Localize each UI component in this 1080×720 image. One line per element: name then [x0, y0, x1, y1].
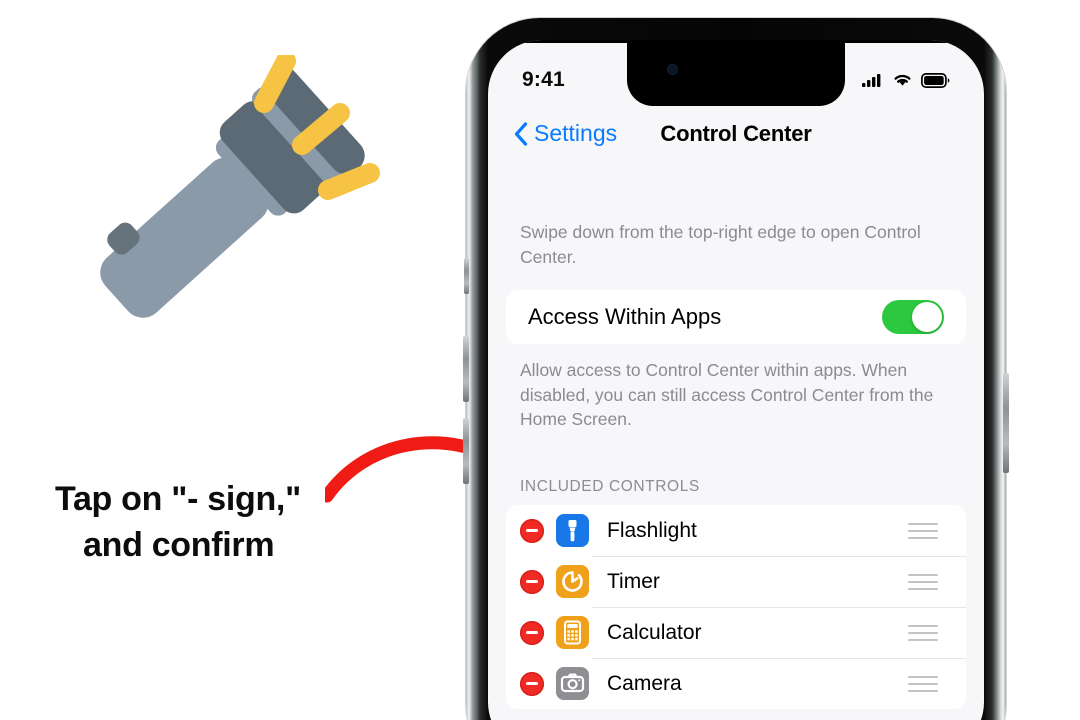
row-separator — [592, 556, 966, 558]
volume-up-button[interactable] — [463, 336, 469, 402]
access-within-apps-card: Access Within Apps — [506, 289, 966, 344]
list-item[interactable]: Camera — [506, 658, 966, 709]
iphone-mockup: 9:41 Settings Control Center Swipe down … — [463, 18, 1009, 720]
caption-line-1: Tap on "- sign," — [55, 480, 301, 518]
settings-content: Swipe down from the top-right edge to op… — [488, 168, 984, 720]
included-controls-list: Flashlight Timer Calculator Camera — [506, 505, 966, 710]
status-bar: 9:41 — [488, 40, 984, 102]
list-item[interactable]: Calculator — [506, 607, 966, 658]
included-controls-header: INCLUDED CONTROLS — [520, 478, 700, 496]
list-item-label: Flashlight — [607, 518, 697, 542]
remove-timer-button[interactable] — [520, 569, 544, 594]
screenshot-canvas: Tap on "- sign," and confirm 9:41 Settin… — [0, 0, 1080, 720]
wifi-icon — [894, 74, 911, 86]
calculator-icon — [556, 616, 589, 650]
access-within-apps-label: Access Within Apps — [528, 303, 722, 329]
status-bar-time: 9:41 — [522, 68, 565, 91]
phone-screen: 9:41 Settings Control Center Swipe down … — [488, 40, 984, 720]
flashlight-emoji-illustration — [100, 55, 380, 318]
list-item-label: Camera — [607, 671, 682, 695]
access-within-apps-toggle[interactable] — [882, 299, 944, 334]
reorder-handle-icon[interactable] — [908, 624, 938, 641]
mute-switch-button[interactable] — [464, 258, 469, 294]
remove-calculator-button[interactable] — [520, 620, 544, 645]
list-item[interactable]: Flashlight — [506, 505, 966, 556]
caption-line-2: and confirm — [83, 525, 275, 564]
list-item[interactable]: Timer — [506, 556, 966, 607]
list-item-label: Calculator — [607, 620, 702, 644]
camera-icon — [556, 667, 589, 701]
reorder-handle-icon[interactable] — [908, 522, 938, 539]
volume-down-button[interactable] — [463, 418, 469, 484]
reorder-handle-icon[interactable] — [908, 675, 938, 692]
row-separator — [592, 607, 966, 609]
page-title: Control Center — [660, 121, 812, 146]
status-bar-icons — [862, 72, 950, 88]
row-separator — [592, 658, 966, 660]
instruction-caption: Tap on "- sign," and confirm — [55, 477, 455, 569]
timer-icon — [556, 565, 589, 599]
reorder-handle-icon[interactable] — [908, 573, 938, 590]
battery-full-icon — [921, 72, 950, 88]
access-within-apps-row[interactable]: Access Within Apps — [506, 290, 966, 344]
access-within-apps-footnote: Allow access to Control Center within ap… — [520, 359, 934, 430]
navigation-bar: Settings Control Center — [488, 112, 984, 162]
signal-bars-icon — [862, 74, 881, 87]
remove-camera-button[interactable] — [520, 671, 544, 696]
toggle-knob — [912, 301, 942, 332]
side-power-button[interactable] — [1003, 373, 1009, 473]
list-item-label: Timer — [607, 569, 660, 593]
remove-flashlight-button[interactable] — [520, 518, 544, 543]
intro-description: Swipe down from the top-right edge to op… — [520, 222, 921, 267]
flashlight-icon — [556, 514, 589, 548]
